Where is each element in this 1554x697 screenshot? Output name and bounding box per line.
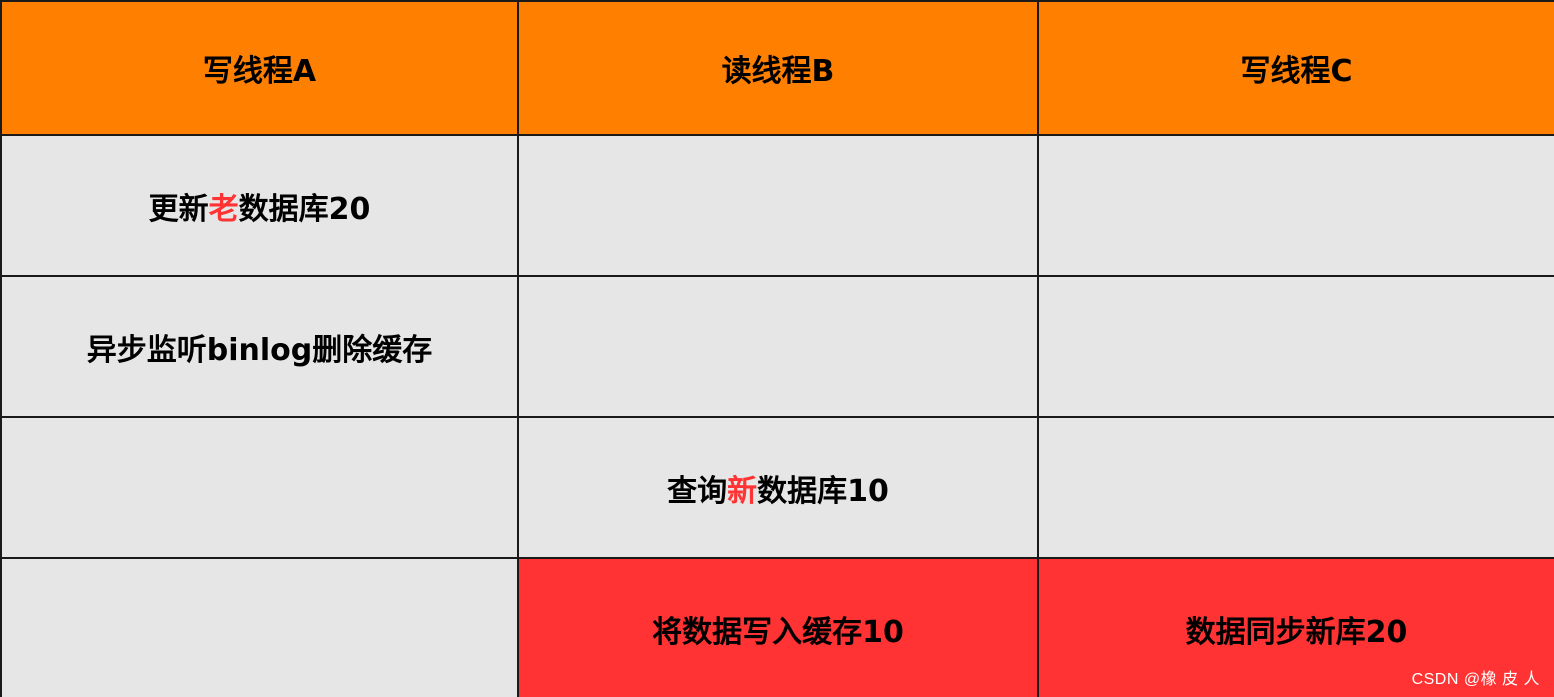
header-write-thread-c: 写线程C xyxy=(1037,0,1554,136)
csdn-watermark: CSDN @橡 皮 人 xyxy=(1411,671,1540,688)
cell-a-async-binlog-delete-cache: 异步监听binlog删除缓存 xyxy=(0,275,519,418)
table-row: 将数据写入缓存10 数据同步新库20 xyxy=(0,557,1554,697)
highlight-text: 老 xyxy=(208,191,239,227)
cell-text: 数据库20 xyxy=(238,191,371,227)
empty-cell xyxy=(517,134,1039,277)
empty-cell xyxy=(0,557,519,697)
header-read-thread-b: 读线程B xyxy=(517,0,1039,136)
cell-text: 数据库10 xyxy=(757,473,889,509)
timeline-table: 写线程A 读线程B 写线程C 更新老数据库20 异步监听binlog删除缓存 查… xyxy=(0,0,1554,697)
cell-text: 更新 xyxy=(148,191,209,227)
highlight-text: 新 xyxy=(727,473,758,509)
empty-cell xyxy=(1037,416,1554,559)
cell-b-write-cache: 将数据写入缓存10 xyxy=(517,557,1039,697)
empty-cell xyxy=(1037,134,1554,277)
header-write-thread-a: 写线程A xyxy=(0,0,519,136)
table-row: 异步监听binlog删除缓存 xyxy=(0,275,1554,418)
cell-text: 查询 xyxy=(667,473,728,509)
table-row: 查询新数据库10 xyxy=(0,416,1554,559)
empty-cell xyxy=(1037,275,1554,418)
cell-b-query-new-db: 查询新数据库10 xyxy=(517,416,1039,559)
header-row: 写线程A 读线程B 写线程C xyxy=(0,0,1554,136)
cell-a-update-old-db: 更新老数据库20 xyxy=(0,134,519,277)
empty-cell xyxy=(0,416,519,559)
table-row: 更新老数据库20 xyxy=(0,134,1554,277)
empty-cell xyxy=(517,275,1039,418)
timeline-table-container: 写线程A 读线程B 写线程C 更新老数据库20 异步监听binlog删除缓存 查… xyxy=(0,0,1554,697)
